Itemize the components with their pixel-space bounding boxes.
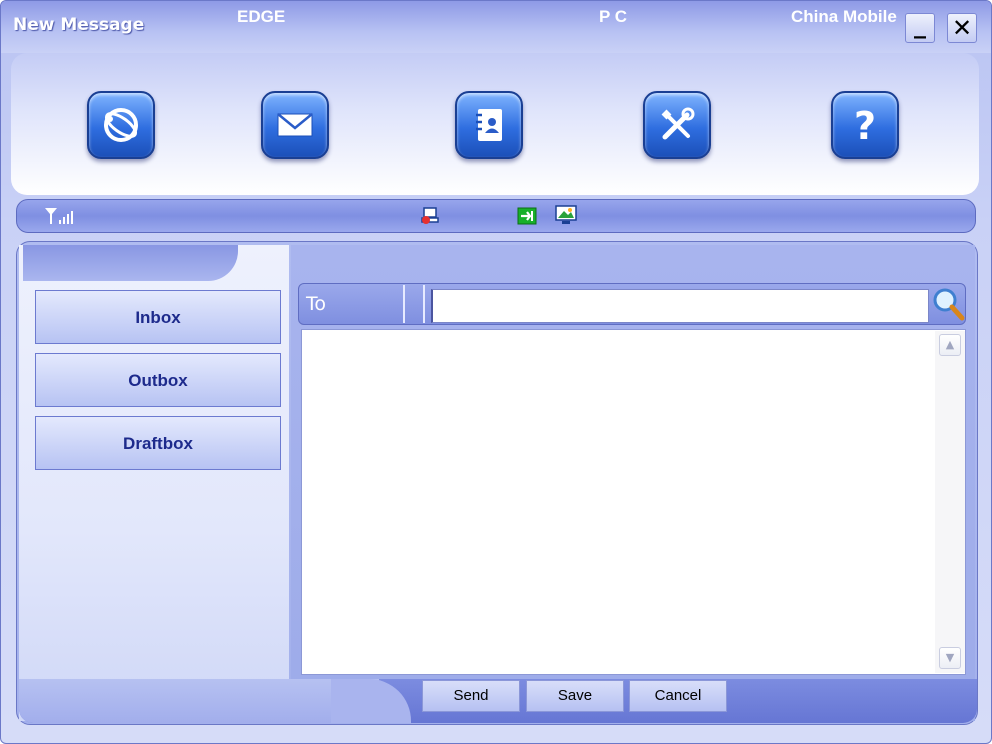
- minimize-button[interactable]: _: [905, 13, 935, 43]
- scroll-down-icon[interactable]: ▼: [939, 647, 961, 669]
- to-label: To: [306, 293, 327, 315]
- scrollbar[interactable]: [935, 331, 965, 673]
- search-icon[interactable]: [931, 286, 965, 322]
- message-envelope-icon: [277, 113, 313, 137]
- save-button[interactable]: Save: [526, 680, 624, 712]
- window-title: New Message: [13, 15, 145, 35]
- phonebook-contacts-icon: [476, 109, 502, 141]
- tools-button[interactable]: [643, 91, 711, 159]
- new-message-window: New Message _ ✕ ? EDGE P C China Mobile …: [0, 0, 992, 744]
- scroll-up-icon[interactable]: ▲: [939, 334, 961, 356]
- help-question-icon: ?: [854, 104, 876, 147]
- network-connection-icon: [421, 207, 439, 224]
- sidebar-tab-header: [23, 245, 238, 281]
- internet-globe-icon: [104, 108, 138, 142]
- sidebar-item-outbox[interactable]: Outbox: [35, 353, 281, 407]
- settings-tools-icon: [661, 107, 695, 140]
- message-body-input[interactable]: [301, 329, 966, 675]
- network-type: EDGE: [237, 7, 286, 26]
- cancel-button[interactable]: Cancel: [629, 680, 727, 712]
- carrier-name: China Mobile: [791, 7, 897, 26]
- help-button[interactable]: ?: [831, 91, 899, 159]
- help-question-mark: ?: [854, 104, 876, 147]
- send-button[interactable]: Send: [422, 680, 520, 712]
- sync-arrow-icon: [517, 207, 537, 225]
- messages-button[interactable]: [261, 91, 329, 159]
- pc-device-icon: [555, 205, 577, 224]
- phonebook-button[interactable]: [455, 91, 523, 159]
- recipient-divider: [403, 285, 405, 323]
- device-label: P C: [599, 7, 628, 26]
- bottom-bar-tab: [19, 679, 379, 723]
- internet-button[interactable]: [87, 91, 155, 159]
- sidebar-item-inbox[interactable]: Inbox: [35, 290, 281, 344]
- close-button[interactable]: ✕: [947, 13, 977, 43]
- sidebar-item-draftbox[interactable]: Draftbox: [35, 416, 281, 470]
- recipient-divider: [423, 285, 425, 323]
- recipient-input[interactable]: [431, 289, 929, 323]
- signal-strength-icon: [45, 208, 73, 224]
- status-bar: [16, 199, 976, 233]
